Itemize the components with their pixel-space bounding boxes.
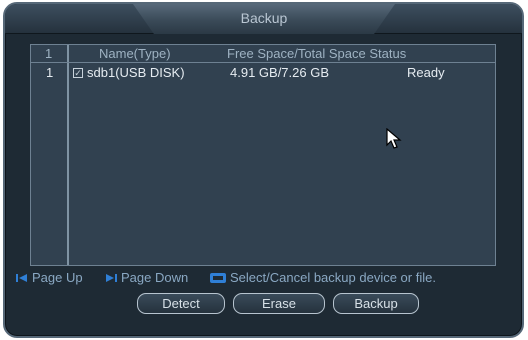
row-space: 4.91 GB/7.26 GB xyxy=(230,65,330,80)
device-list-panel: 1 Name(Type) Free Space/Total Space Stat… xyxy=(30,44,496,266)
title-bar: Backup xyxy=(5,4,522,34)
backup-button[interactable]: Backup xyxy=(333,293,419,314)
dialog-title: Backup xyxy=(240,10,288,26)
row-checkbox[interactable]: ✓ xyxy=(73,68,83,78)
table-header: 1 Name(Type) Free Space/Total Space Stat… xyxy=(31,45,495,63)
row-status: Ready xyxy=(407,65,445,80)
erase-button[interactable]: Erase xyxy=(233,293,325,314)
hint-page-down-label: Page Down xyxy=(121,270,189,285)
detect-button[interactable]: Detect xyxy=(137,293,225,314)
header-name-type: Name(Type) xyxy=(99,46,171,61)
hint-page-up: Page Up xyxy=(16,270,83,285)
hint-page-down: Page Down xyxy=(105,270,188,285)
header-space-status: Free Space/Total Space Status xyxy=(227,46,407,61)
fn-key-icon xyxy=(210,272,226,283)
page-down-icon xyxy=(106,273,117,282)
mouse-pointer-icon xyxy=(386,128,402,149)
row-device-name: sdb1(USB DISK) xyxy=(87,65,185,80)
header-index: 1 xyxy=(45,46,53,61)
hint-select: Select/Cancel backup device or file. xyxy=(210,270,436,285)
table-row[interactable]: 1 ✓ sdb1(USB DISK) 4.91 GB/7.26 GB Ready xyxy=(31,64,495,81)
keyboard-hints: Page Up Page Down Select/Cancel backup d… xyxy=(16,270,516,288)
page-up-icon xyxy=(16,273,27,282)
row-index: 1 xyxy=(46,65,54,80)
hint-page-up-label: Page Up xyxy=(32,270,83,285)
hint-select-label: Select/Cancel backup device or file. xyxy=(230,270,436,285)
